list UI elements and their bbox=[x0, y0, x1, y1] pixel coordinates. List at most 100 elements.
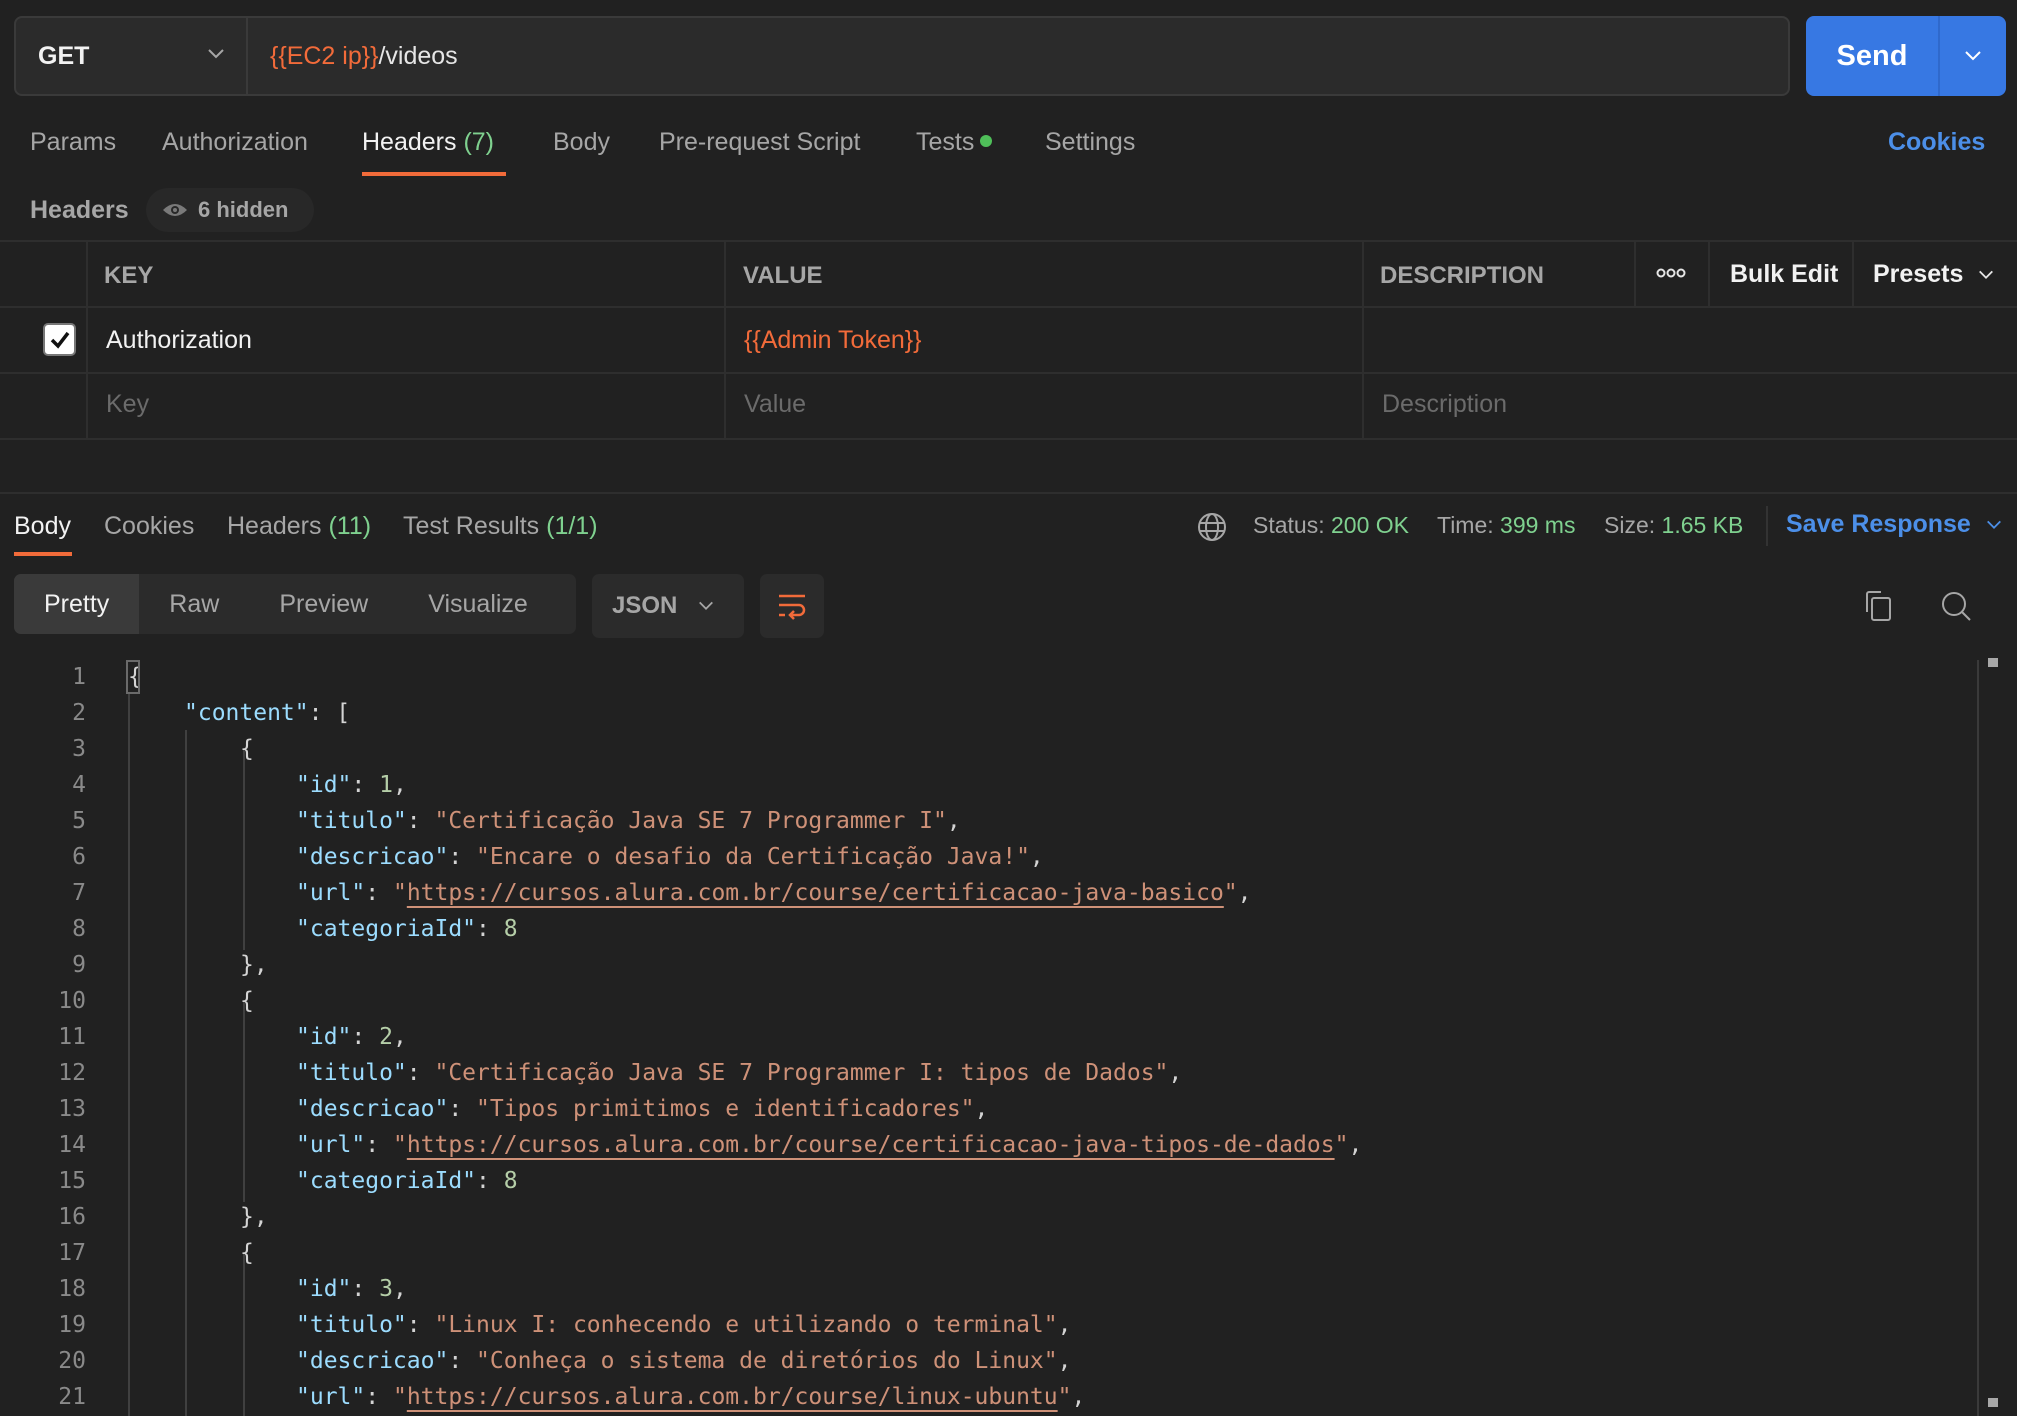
response-tab-cookies[interactable]: Cookies bbox=[104, 512, 194, 541]
bulk-edit-button[interactable]: Bulk Edit bbox=[1730, 260, 1838, 289]
code-line: }, bbox=[240, 1204, 268, 1230]
line-number: 2 bbox=[72, 700, 86, 726]
code-token: : bbox=[351, 1276, 380, 1302]
tab-headers[interactable]: Headers (7) bbox=[362, 128, 494, 157]
code-token: : bbox=[365, 880, 393, 906]
code-line: "titulo": "Certificação Java SE 7 Progra… bbox=[296, 808, 961, 834]
method-label: GET bbox=[38, 41, 90, 70]
table-divider bbox=[0, 240, 2017, 242]
tab-authorization[interactable]: Authorization bbox=[162, 128, 308, 157]
response-time[interactable]: Time: 399 ms bbox=[1437, 512, 1575, 539]
line-number: 1 bbox=[72, 664, 86, 690]
response-divider bbox=[0, 492, 2017, 494]
tab-label: Body bbox=[553, 128, 610, 156]
tab-label: Authorization bbox=[162, 128, 308, 156]
method-select[interactable]: GET bbox=[16, 18, 248, 94]
url-link[interactable]: https://cursos.alura.com.br/course/certi… bbox=[407, 1132, 1335, 1158]
active-tab-indicator bbox=[14, 552, 72, 556]
more-options-button[interactable] bbox=[1634, 240, 1708, 306]
code-token: , bbox=[1071, 1384, 1086, 1410]
code-token: , bbox=[1057, 1348, 1072, 1374]
format-dropdown[interactable]: JSON bbox=[592, 574, 744, 638]
copy-button[interactable] bbox=[1858, 586, 1898, 626]
view-mode-segmented-control: Pretty Raw Preview Visualize bbox=[14, 574, 576, 634]
code-line: "categoriaId": 8 bbox=[296, 1168, 518, 1194]
code-token: : bbox=[406, 1312, 435, 1338]
send-button-group: Send bbox=[1806, 16, 2006, 96]
code-token: : bbox=[476, 1168, 504, 1194]
new-value-input[interactable]: Value bbox=[744, 390, 806, 419]
code-line: }, bbox=[240, 952, 268, 978]
code-line: "content": [ bbox=[184, 700, 350, 726]
url-input[interactable]: {{EC2 ip}}/videos bbox=[248, 18, 458, 94]
code-token: " bbox=[392, 1132, 407, 1158]
view-mode-raw[interactable]: Raw bbox=[139, 574, 249, 634]
url-bar: GET {{EC2 ip}}/videos bbox=[14, 16, 1790, 96]
search-button[interactable] bbox=[1936, 586, 1976, 626]
tab-label: Pre-request Script bbox=[659, 128, 861, 156]
hidden-headers-toggle[interactable]: 6 hidden bbox=[146, 188, 314, 232]
tab-label: Tests bbox=[916, 128, 975, 156]
new-key-input[interactable]: Key bbox=[106, 390, 149, 419]
url-link[interactable]: https://cursos.alura.com.br/course/certi… bbox=[407, 880, 1224, 906]
response-tab-test-results[interactable]: Test Results (1/1) bbox=[403, 512, 598, 541]
code-token: "id" bbox=[296, 772, 352, 798]
indent-guide bbox=[128, 694, 130, 1416]
tab-tests[interactable]: Tests bbox=[916, 128, 993, 157]
column-divider bbox=[1708, 240, 1710, 306]
line-number: 12 bbox=[58, 1060, 86, 1086]
more-horizontal-icon bbox=[1656, 268, 1686, 278]
code-token: , bbox=[1168, 1060, 1183, 1086]
code-token: , bbox=[392, 1276, 407, 1302]
indent-guide bbox=[185, 730, 187, 1416]
column-divider bbox=[1852, 240, 1854, 306]
code-token: : [ bbox=[308, 700, 351, 726]
globe-icon[interactable] bbox=[1197, 512, 1227, 542]
code-token: , bbox=[946, 808, 961, 834]
header-enabled-checkbox[interactable] bbox=[43, 323, 76, 356]
tab-settings[interactable]: Settings bbox=[1045, 128, 1135, 157]
view-mode-preview[interactable]: Preview bbox=[249, 574, 398, 634]
presets-dropdown[interactable]: Presets bbox=[1873, 260, 1995, 289]
code-token: : bbox=[406, 808, 435, 834]
code-token: 3 bbox=[379, 1276, 393, 1302]
chevron-down-icon bbox=[699, 601, 714, 610]
cookies-link[interactable]: Cookies bbox=[1888, 128, 1985, 157]
wrap-lines-button[interactable] bbox=[760, 574, 824, 638]
table-divider bbox=[0, 438, 2017, 440]
new-description-input[interactable]: Description bbox=[1382, 390, 1507, 419]
code-token: "titulo" bbox=[296, 1060, 407, 1086]
code-token: "titulo" bbox=[296, 808, 407, 834]
response-size[interactable]: Size: 1.65 KB bbox=[1604, 512, 1743, 539]
url-link[interactable]: https://cursos.alura.com.br/course/linux… bbox=[407, 1384, 1058, 1410]
tab-params[interactable]: Params bbox=[30, 128, 116, 157]
tab-label: Cookies bbox=[104, 512, 195, 540]
tab-count: (11) bbox=[328, 512, 372, 540]
view-mode-pretty[interactable]: Pretty bbox=[14, 574, 140, 634]
time-value: 399 ms bbox=[1500, 512, 1576, 538]
response-tab-headers[interactable]: Headers (11) bbox=[227, 512, 371, 541]
tab-body[interactable]: Body bbox=[553, 128, 610, 157]
code-line: "categoriaId": 8 bbox=[296, 916, 518, 942]
vertical-scrollbar[interactable] bbox=[1977, 660, 1979, 1416]
code-token: "Encare o desafio da Certificação Java!" bbox=[476, 844, 1030, 870]
code-token: "descricao" bbox=[296, 1348, 449, 1374]
code-line: "descricao": "Tipos primitimos e identif… bbox=[296, 1096, 988, 1122]
header-key-cell[interactable]: Authorization bbox=[106, 326, 252, 355]
size-label: Size: bbox=[1604, 512, 1656, 538]
tab-pre-request-script[interactable]: Pre-request Script bbox=[659, 128, 860, 157]
response-status[interactable]: Status: 200 OK bbox=[1253, 512, 1409, 539]
response-body-editor[interactable]: 1{2 "content": [3{4 "id": 1, 5 "titulo": "Ce… bbox=[0, 658, 1975, 1416]
code-token: "url" bbox=[296, 880, 366, 906]
send-button[interactable]: Send bbox=[1806, 16, 1940, 96]
code-token: " bbox=[392, 1384, 407, 1410]
header-value-cell[interactable]: {{Admin Token}} bbox=[744, 326, 921, 355]
header-description-cell[interactable] bbox=[1382, 326, 1982, 356]
code-token: " bbox=[1334, 1132, 1349, 1158]
save-response-dropdown[interactable]: Save Response bbox=[1786, 510, 2003, 539]
response-tab-body[interactable]: Body bbox=[14, 512, 71, 541]
save-response-label: Save Response bbox=[1786, 510, 1971, 538]
code-token: : bbox=[448, 1096, 477, 1122]
view-mode-visualize[interactable]: Visualize bbox=[398, 574, 558, 634]
send-options-button[interactable] bbox=[1940, 16, 2006, 96]
